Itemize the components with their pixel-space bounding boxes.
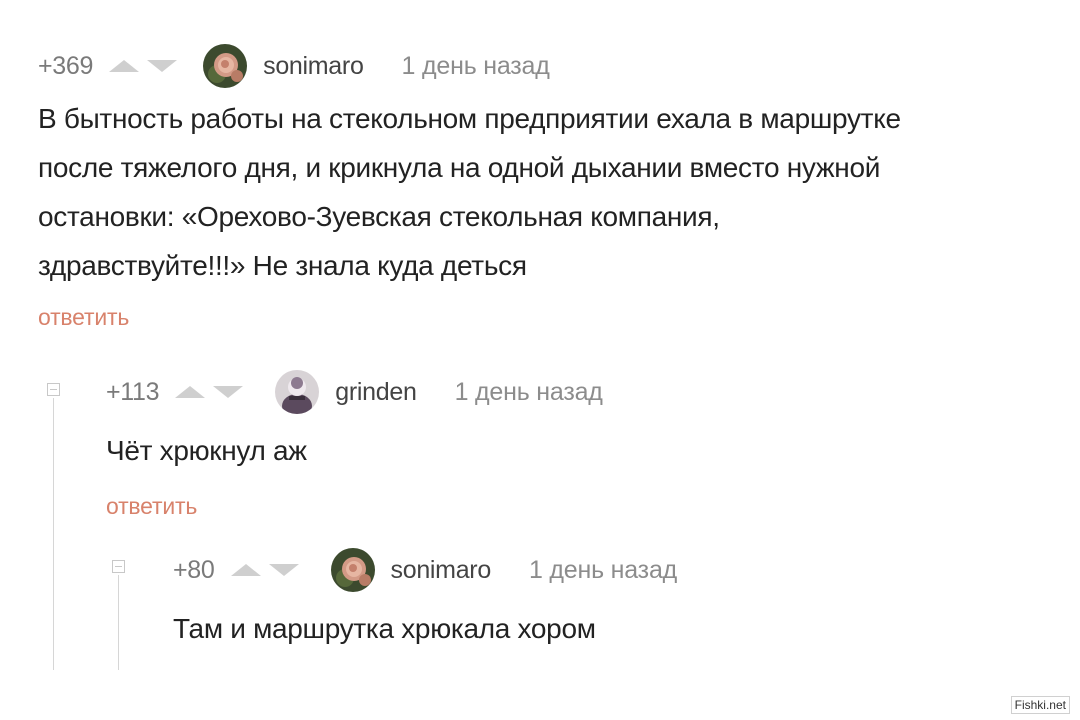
downvote-arrow-icon[interactable] xyxy=(147,60,178,72)
reply-link[interactable]: ответить xyxy=(38,304,129,331)
comment-rating: +369 xyxy=(38,51,94,80)
comment-body: Чёт хрюкнул аж xyxy=(106,426,603,475)
comment-text-line: остановки: «Орехово-Зуевская стекольная … xyxy=(38,201,720,232)
comment-text-line: В бытность работы на стекольном предприя… xyxy=(38,103,901,134)
upvote-arrow-icon[interactable] xyxy=(230,564,261,576)
comment-header: +80 sonimaro 1 день назад xyxy=(173,548,677,592)
comment-rating: +80 xyxy=(173,555,215,584)
comment-rating: +113 xyxy=(106,377,160,406)
comment-timestamp: 1 день назад xyxy=(528,555,678,584)
figure-avatar-icon[interactable] xyxy=(275,370,320,414)
rose-avatar-icon[interactable] xyxy=(203,44,248,88)
comment-body: Там и маршрутка хрюкала хором xyxy=(173,604,677,653)
downvote-arrow-icon[interactable] xyxy=(268,564,299,576)
vote-controls xyxy=(109,60,178,72)
comment-timestamp: 1 день назад xyxy=(454,377,603,406)
comment-text-line: здравствуйте!!!» Не знала куда деться xyxy=(38,250,527,281)
comment-username[interactable]: sonimaro xyxy=(263,52,364,81)
reply-link[interactable]: ответить xyxy=(106,493,197,520)
comment-header: +113 grinden 1 день назад xyxy=(106,370,603,414)
comment-text-line: Чёт хрюкнул аж xyxy=(106,435,307,466)
comment-text-line: после тяжелого дня, и крикнула на одной … xyxy=(38,152,881,183)
comment-body: В бытность работы на стекольном предприя… xyxy=(38,94,901,290)
watermark: Fishki.net xyxy=(1010,696,1070,714)
comment-text-line: Там и маршрутка хрюкала хором xyxy=(173,613,596,644)
upvote-arrow-icon[interactable] xyxy=(109,60,140,72)
comments-page: +369 sonimaro 1 день назад В бытность ра… xyxy=(0,0,1080,720)
comment-timestamp: 1 день назад xyxy=(401,51,550,80)
rose-avatar-icon[interactable] xyxy=(330,548,375,592)
collapse-thread-toggle[interactable] xyxy=(112,560,125,573)
vote-controls xyxy=(175,386,244,398)
comment-username[interactable]: grinden xyxy=(335,378,417,407)
vote-controls xyxy=(230,564,299,576)
comment-username[interactable]: sonimaro xyxy=(391,556,492,585)
downvote-arrow-icon[interactable] xyxy=(213,386,244,398)
collapse-thread-toggle[interactable] xyxy=(47,383,60,396)
upvote-arrow-icon[interactable] xyxy=(175,386,206,398)
thread-line xyxy=(53,398,54,670)
thread-line xyxy=(118,575,119,670)
comment-1: +369 sonimaro 1 день назад В бытность ра… xyxy=(38,44,901,331)
comment-3: +80 sonimaro 1 день назад Там и маршрутк… xyxy=(173,548,677,653)
comment-2: +113 grinden 1 день назад Чёт хрюкнул аж xyxy=(106,370,603,520)
comment-header: +369 sonimaro 1 день назад xyxy=(38,44,901,88)
